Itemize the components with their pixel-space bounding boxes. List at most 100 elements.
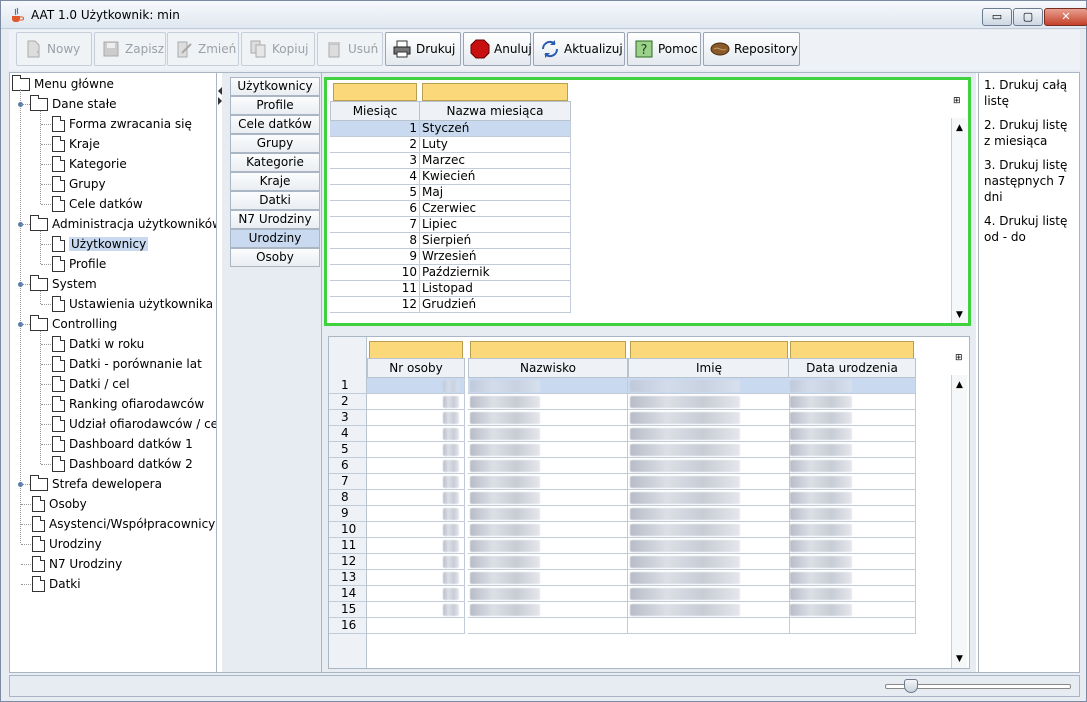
close-button[interactable]: ✕ — [1044, 8, 1087, 26]
print-option-4[interactable]: 4. Drukuj listę od - do — [984, 213, 1074, 245]
tree-group-4[interactable]: Strefa dewelopera — [30, 474, 162, 493]
filter-person-number[interactable] — [369, 341, 463, 359]
month-name-cell[interactable]: Listopad — [420, 281, 571, 297]
tree-item-0-1[interactable]: Kraje — [52, 135, 100, 153]
month-number-cell[interactable]: 12 — [330, 297, 420, 313]
tree-item-1-0[interactable]: Użytkownicy — [52, 235, 149, 253]
scroll-down-icon[interactable]: ▼ — [954, 655, 965, 664]
month-name-cell[interactable]: Czerwiec — [420, 201, 571, 217]
filter-first-name[interactable] — [630, 341, 788, 359]
month-name-cell[interactable]: Maj — [420, 185, 571, 201]
maximize-button[interactable]: ▢ — [1013, 8, 1043, 26]
person-cell-birth-date[interactable] — [788, 618, 916, 634]
print-option-2[interactable]: 2. Drukuj listę z miesiąca — [984, 117, 1074, 149]
column-header-month-name[interactable]: Nazwa miesiąca — [419, 101, 571, 121]
column-header-birth-date[interactable]: Data urodzenia — [788, 358, 916, 378]
tree-group-1[interactable]: Administracja użytkowników — [30, 214, 216, 233]
row-number[interactable]: 16 — [329, 618, 367, 634]
person-cell-surname[interactable] — [468, 618, 628, 634]
tree-item-3-5[interactable]: Dashboard datków 1 — [52, 435, 193, 453]
persons-table-scrollbar[interactable]: ▲ ▼ — [951, 375, 967, 668]
month-number-cell[interactable]: 1 — [330, 121, 420, 137]
month-name-cell[interactable]: Styczeń — [420, 121, 571, 137]
anuluj-button[interactable]: Anuluj — [463, 32, 532, 66]
month-number-cell[interactable]: 10 — [330, 265, 420, 281]
month-number-cell[interactable]: 7 — [330, 217, 420, 233]
month-number-cell[interactable]: 11 — [330, 281, 420, 297]
tab-5[interactable]: Kraje — [230, 172, 320, 191]
row-number[interactable]: 13 — [329, 570, 367, 586]
tab-1[interactable]: Profile — [230, 96, 320, 115]
row-number[interactable]: 14 — [329, 586, 367, 602]
tab-9[interactable]: Osoby — [230, 248, 320, 267]
repository-button[interactable]: Repository — [703, 32, 800, 66]
column-chooser-icon[interactable]: ⊞ — [955, 354, 967, 364]
tree-group-3[interactable]: Controlling — [30, 314, 117, 333]
print-option-3[interactable]: 3. Drukuj listę następnych 7 dni — [984, 157, 1074, 205]
row-number[interactable]: 7 — [329, 474, 367, 490]
row-number[interactable]: 15 — [329, 602, 367, 618]
month-number-cell[interactable]: 2 — [330, 137, 420, 153]
aktualizuj-button[interactable]: Aktualizuj — [533, 32, 625, 66]
tree-leaf-3[interactable]: N7 Urodziny — [32, 555, 122, 573]
person-cell-first-name[interactable] — [628, 618, 790, 634]
filter-month[interactable] — [333, 83, 417, 101]
tree-item-3-4[interactable]: Udział ofiarodawców / cel — [52, 415, 216, 433]
tree-item-3-2[interactable]: Datki / cel — [52, 375, 130, 393]
person-cell-person-number[interactable] — [367, 618, 465, 634]
tab-7[interactable]: N7 Urodziny — [230, 210, 320, 229]
row-number[interactable]: 3 — [329, 410, 367, 426]
row-number[interactable]: 11 — [329, 538, 367, 554]
row-number[interactable]: 10 — [329, 522, 367, 538]
column-header-person-number[interactable]: Nr osoby — [367, 358, 465, 378]
month-number-cell[interactable]: 4 — [330, 169, 420, 185]
row-number[interactable]: 9 — [329, 506, 367, 522]
filter-month-name[interactable] — [422, 83, 568, 101]
tree-item-3-0[interactable]: Datki w roku — [52, 335, 144, 353]
month-number-cell[interactable]: 6 — [330, 201, 420, 217]
tree-leaf-1[interactable]: Asystenci/Współpracownicy — [32, 515, 215, 533]
month-name-cell[interactable]: Październik — [420, 265, 571, 281]
zoom-slider[interactable] — [885, 679, 1071, 693]
months-table-scrollbar[interactable]: ▲ ▼ — [951, 118, 967, 323]
month-number-cell[interactable]: 8 — [330, 233, 420, 249]
tab-4[interactable]: Kategorie — [230, 153, 320, 172]
month-number-cell[interactable]: 9 — [330, 249, 420, 265]
column-header-month[interactable]: Miesiąc — [330, 101, 420, 121]
tree-item-0-0[interactable]: Forma zwracania się — [52, 115, 192, 133]
column-header-first-name[interactable]: Imię — [628, 358, 790, 378]
column-chooser-icon[interactable]: ⊞ — [953, 97, 965, 107]
scroll-up-icon[interactable]: ▲ — [954, 381, 965, 390]
row-number[interactable]: 1 — [329, 378, 367, 394]
tree-leaf-0[interactable]: Osoby — [32, 495, 87, 513]
print-option-1[interactable]: 1. Drukuj całą listę — [984, 77, 1074, 109]
month-name-cell[interactable]: Marzec — [420, 153, 571, 169]
month-name-cell[interactable]: Kwiecień — [420, 169, 571, 185]
row-number[interactable]: 6 — [329, 458, 367, 474]
tree-item-1-1[interactable]: Profile — [52, 255, 106, 273]
tree-leaf-4[interactable]: Datki — [32, 575, 81, 593]
tree-item-3-6[interactable]: Dashboard datków 2 — [52, 455, 193, 473]
tree-item-3-3[interactable]: Ranking ofiarodawców — [52, 395, 204, 413]
month-name-cell[interactable]: Grudzień — [420, 297, 571, 313]
row-number[interactable]: 4 — [329, 426, 367, 442]
scroll-down-icon[interactable]: ▼ — [954, 311, 965, 320]
tree-group-0[interactable]: Dane stałe — [30, 94, 117, 113]
month-name-cell[interactable]: Lipiec — [420, 217, 571, 233]
tab-0[interactable]: Użytkownicy — [230, 77, 320, 96]
filter-birth-date[interactable] — [790, 341, 914, 359]
month-name-cell[interactable]: Wrzesień — [420, 249, 571, 265]
month-number-cell[interactable]: 5 — [330, 185, 420, 201]
tree-item-3-1[interactable]: Datki - porównanie lat — [52, 355, 202, 373]
tab-3[interactable]: Grupy — [230, 134, 320, 153]
tree-item-2-0[interactable]: Ustawienia użytkownika — [52, 295, 213, 313]
zoom-slider-thumb[interactable] — [904, 679, 918, 693]
tab-2[interactable]: Cele datków — [230, 115, 320, 134]
month-name-cell[interactable]: Sierpień — [420, 233, 571, 249]
pomoc-button[interactable]: ? Pomoc — [627, 32, 701, 66]
row-number[interactable]: 8 — [329, 490, 367, 506]
tree-item-0-4[interactable]: Cele datków — [52, 195, 143, 213]
row-number[interactable]: 2 — [329, 394, 367, 410]
month-number-cell[interactable]: 3 — [330, 153, 420, 169]
row-number[interactable]: 5 — [329, 442, 367, 458]
